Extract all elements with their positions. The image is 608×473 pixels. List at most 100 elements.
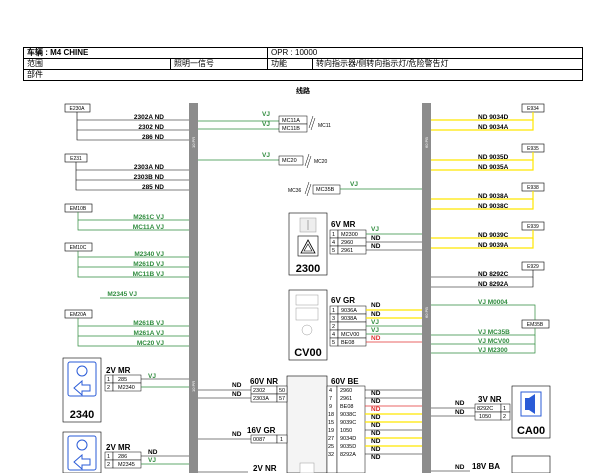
pin-cell [337, 321, 367, 331]
wire-label: VJ [262, 121, 270, 128]
pin-signal: 2960 [340, 388, 352, 394]
pin-number: 2 [107, 462, 110, 468]
splice-label-mc20: MC20 [314, 159, 328, 165]
pin-number: 1 [503, 406, 506, 412]
pin-number: 18 [328, 412, 334, 418]
wire-label: ND [232, 382, 242, 389]
connector-id-e939: E939 [527, 224, 539, 230]
connector-id-em35b: EM35B [527, 322, 544, 328]
pin-signal: M2345 [118, 462, 135, 468]
pin-signal: 2960 [341, 240, 353, 246]
pin-signal: 286 [118, 454, 127, 460]
connector-id-em10b: EM10B [70, 206, 87, 212]
connector-label-ca00: 3V NR [478, 395, 502, 404]
wire-em35b-1 [431, 304, 536, 320]
wire-label: VJ M0004 [478, 299, 508, 306]
connector-id-e230a: E230A [69, 106, 85, 112]
buzzer-speaker-icon [525, 398, 529, 410]
wire-label: VJ MC35B [478, 329, 510, 336]
pin-number: 1 [107, 454, 110, 460]
connector-label-2300: 6V MR [331, 220, 356, 229]
wire-label: ND [148, 449, 158, 456]
component-id-2300: 2300 [296, 263, 320, 275]
component-id-ca00: CA00 [517, 425, 545, 437]
splice-text: MC35B [316, 187, 335, 193]
wire-e231-trunk [75, 162, 189, 191]
pin-signal: 285 [118, 377, 127, 383]
pin-number: 5 [332, 340, 335, 346]
connector-id-e935: E935 [527, 146, 539, 152]
pin-number: 2 [332, 324, 335, 330]
wire-label: ND [371, 422, 381, 429]
pin-signal: 8292A [340, 452, 356, 458]
wire-label: VJ [262, 111, 270, 118]
wire-label: ND [455, 409, 465, 416]
wire-label: ND 9039C [478, 232, 509, 239]
splice-label-mc35: MC36 [288, 188, 302, 194]
wire-label: 2303B ND [134, 174, 165, 181]
pin-number: 3 [332, 316, 335, 322]
wire-label: MC11B VJ [133, 271, 165, 278]
pin-signal: 2302 [253, 388, 265, 394]
wire-label: M261B VJ [133, 320, 164, 327]
pin-number: 5 [332, 248, 335, 254]
pin-signal: 1050 [340, 428, 352, 434]
pin-signal: 9039C [340, 420, 356, 426]
bsi-module-body [286, 375, 328, 473]
wire-label: VJ [262, 152, 270, 159]
wire-label: ND 8292A [478, 281, 509, 288]
wire-label: ND [371, 235, 381, 242]
connector-label-bsi-16v: 16V GR [247, 426, 276, 435]
pin-number: 1 [332, 308, 335, 314]
pin-number: 50 [279, 388, 285, 394]
left-bus-label: 10 PR [191, 137, 196, 148]
wire-label: ND [371, 398, 381, 405]
pin-number: 57 [279, 396, 285, 402]
component-id-2340: 2340 [70, 409, 94, 421]
wire-label: ND 9038A [478, 193, 509, 200]
wire-label: ND 8292C [478, 271, 509, 278]
pin-signal: BE08 [340, 404, 353, 410]
splice-text: MC11B [282, 126, 300, 132]
wire-label: ND [371, 430, 381, 437]
splice-label-mc11: MC11 [318, 123, 331, 129]
pin-number: 9 [329, 404, 332, 410]
pin-signal: 9036A [341, 308, 357, 314]
pin-number: 1 [107, 377, 110, 383]
pin-signal: MCV00 [341, 332, 359, 338]
wiring-diagram: 10 PR 10 PR 60 PB 60 PB E230A 2302A ND 2… [62, 103, 551, 473]
pin-number: 4 [332, 332, 335, 338]
pin-signal: M2340 [118, 385, 135, 391]
connector-id-em10c: EM10C [70, 245, 87, 251]
wire-label: ND [232, 431, 242, 438]
wire-label: 286 ND [142, 134, 164, 141]
pin-number: 1 [332, 232, 335, 238]
wire-label: VJ [148, 373, 156, 380]
wire-label: ND [371, 302, 381, 309]
connector-id-e231: E231 [70, 156, 82, 162]
wire-label: ND [371, 438, 381, 445]
wire-label: ND 9039A [478, 242, 509, 249]
connector-label-2340: 2V MR [106, 366, 131, 375]
wire-label: VJ [371, 226, 379, 233]
wire-label: ND [455, 464, 465, 471]
pin-number: 32 [328, 452, 334, 458]
pin-number: 2 [503, 414, 506, 420]
pin-signal: 9038A [341, 316, 357, 322]
wire-label: ND [371, 335, 381, 342]
wire-label: ND [371, 390, 381, 397]
pin-signal: 8292C [477, 406, 493, 412]
pin-number: 2 [107, 385, 110, 391]
pin-signal: 9038C [340, 412, 356, 418]
wire-label: VJ M2300 [478, 347, 508, 354]
wire-label: 285 ND [142, 184, 164, 191]
connector-id-em20a: EM20A [70, 312, 87, 318]
wire-label: ND [371, 243, 381, 250]
right-bus-bar [422, 103, 431, 473]
wire-label: M261A VJ [134, 330, 165, 337]
wire-label: ND 9035D [478, 154, 509, 161]
pin-signal: 1050 [479, 414, 491, 420]
pin-number: 27 [328, 436, 334, 442]
pin-number: 7 [329, 396, 332, 402]
pin-signal: 2961 [341, 248, 353, 254]
